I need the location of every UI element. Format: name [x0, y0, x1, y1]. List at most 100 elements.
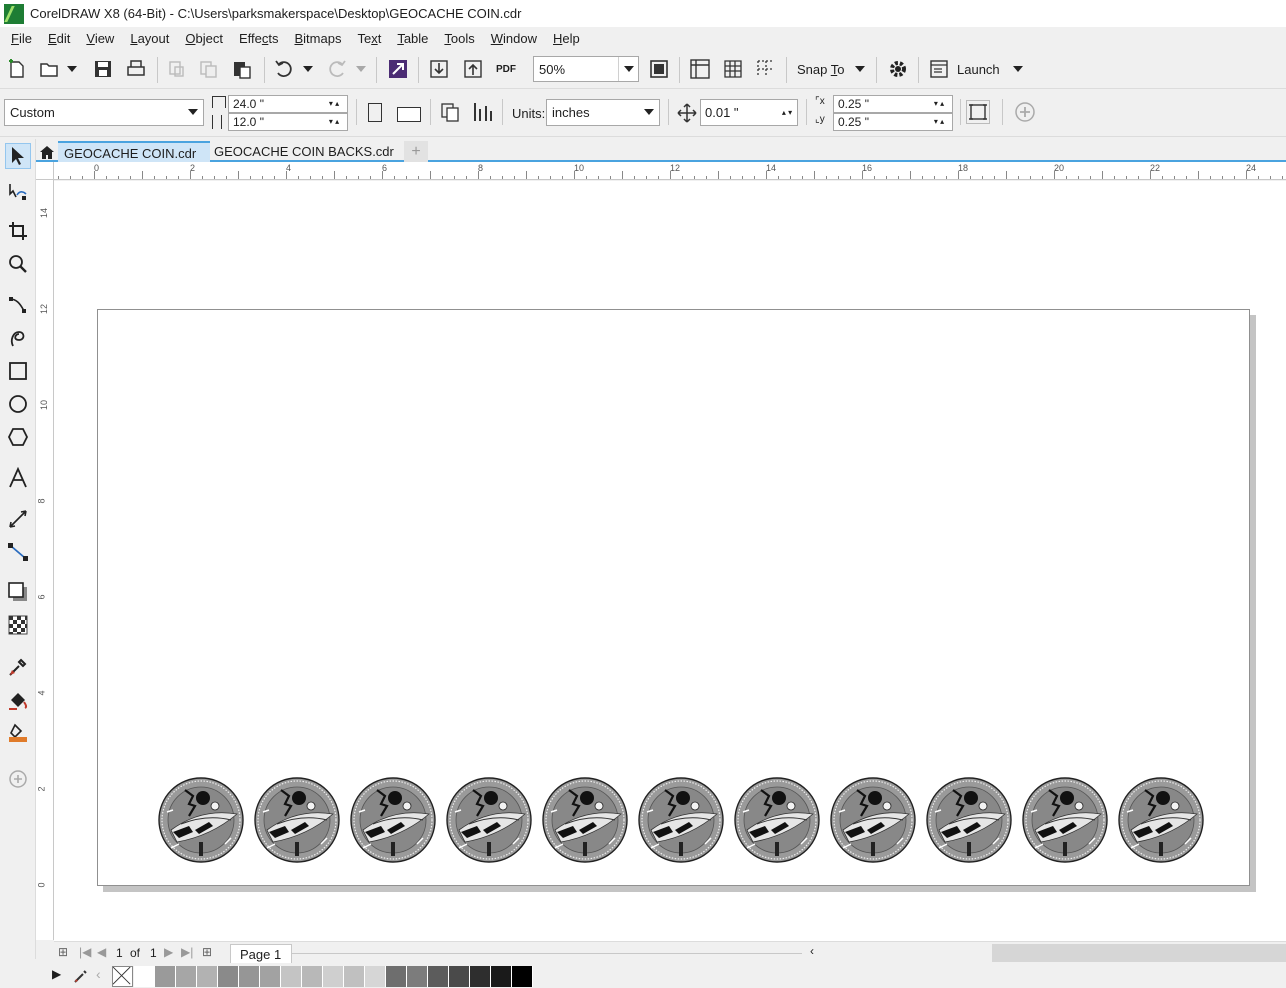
new-tab-plus-icon[interactable]: + — [404, 141, 428, 162]
color-swatch[interactable] — [470, 966, 491, 987]
geocache-coin[interactable] — [446, 777, 532, 863]
color-swatch[interactable] — [365, 966, 386, 987]
connector-tool-icon[interactable] — [5, 539, 31, 565]
search-content-icon[interactable] — [386, 57, 410, 81]
menu-item[interactable]: Effects — [231, 27, 287, 51]
color-swatch[interactable] — [491, 966, 512, 987]
no-fill-swatch[interactable] — [112, 966, 133, 987]
horizontal-ruler[interactable]: 0 2 4 6 8 10 12 14 16 18 20 22 24 — [36, 162, 1286, 180]
last-page-icon[interactable]: ▶| — [181, 945, 193, 959]
interactive-fill-tool-icon[interactable] — [5, 687, 31, 713]
color-swatch[interactable] — [197, 966, 218, 987]
color-swatch[interactable] — [260, 966, 281, 987]
launch-dropdown[interactable] — [1010, 57, 1026, 81]
cut-icon[interactable] — [165, 57, 189, 81]
menu-item[interactable]: File — [3, 27, 40, 51]
color-swatch[interactable] — [281, 966, 302, 987]
color-swatch[interactable] — [302, 966, 323, 987]
menu-item[interactable]: Edit — [40, 27, 78, 51]
menu-item[interactable]: Window — [483, 27, 545, 51]
next-page-icon[interactable]: ▶ — [164, 945, 173, 959]
scroll-left-icon[interactable]: ‹ — [810, 944, 814, 958]
launch-icon[interactable] — [927, 57, 951, 81]
portrait-icon[interactable] — [368, 103, 382, 122]
eyedropper-icon[interactable] — [72, 967, 90, 985]
menu-item[interactable]: Object — [177, 27, 231, 51]
color-swatch[interactable] — [344, 966, 365, 987]
open-recent-dropdown[interactable] — [64, 57, 80, 81]
polygon-tool-icon[interactable] — [5, 424, 31, 450]
menu-item[interactable]: Help — [545, 27, 588, 51]
new-document-icon[interactable] — [5, 57, 29, 81]
palette-scroll-left-icon[interactable]: ‹ — [96, 966, 101, 982]
dimension-tool-icon[interactable] — [5, 506, 31, 532]
transparency-tool-icon[interactable] — [5, 612, 31, 638]
first-page-icon[interactable]: |◀ — [79, 945, 91, 959]
full-screen-preview-icon[interactable] — [647, 57, 671, 81]
horizontal-scrollbar-thumb[interactable] — [992, 944, 1286, 962]
menu-item[interactable]: Bitmaps — [286, 27, 349, 51]
smart-fill-tool-icon[interactable] — [5, 720, 31, 746]
page-width-field[interactable]: 24.0 " ▾ ▴ — [228, 95, 348, 113]
geocache-coin[interactable] — [830, 777, 916, 863]
geocache-coin[interactable] — [158, 777, 244, 863]
print-icon[interactable] — [124, 57, 148, 81]
rectangle-tool-icon[interactable] — [5, 358, 31, 384]
import-icon[interactable] — [427, 57, 451, 81]
page-size-dropdown[interactable]: Custom — [4, 99, 204, 126]
color-swatch[interactable] — [428, 966, 449, 987]
treat-as-filled-icon[interactable] — [966, 100, 990, 124]
redo-icon[interactable] — [325, 57, 349, 81]
color-swatch[interactable] — [155, 966, 176, 987]
ruler-origin[interactable] — [36, 162, 54, 180]
export-icon[interactable] — [461, 57, 485, 81]
ellipse-tool-icon[interactable] — [5, 391, 31, 417]
geocache-coin[interactable] — [638, 777, 724, 863]
spin-buttons[interactable]: ▴ ▾ — [777, 100, 797, 125]
geocache-coin[interactable] — [350, 777, 436, 863]
geocache-coin[interactable] — [926, 777, 1012, 863]
geocache-coin[interactable] — [542, 777, 628, 863]
eyedropper-tool-icon[interactable] — [5, 654, 31, 680]
page-height-field[interactable]: 12.0 " ▾ ▴ — [228, 113, 348, 131]
show-grid-icon[interactable] — [721, 57, 745, 81]
add-tool-icon[interactable] — [5, 766, 31, 792]
drop-shadow-tool-icon[interactable] — [5, 579, 31, 605]
redo-dropdown[interactable] — [353, 57, 369, 81]
snap-to-dropdown[interactable] — [852, 57, 868, 81]
document-page[interactable] — [97, 309, 1250, 886]
spin-buttons[interactable]: ▾ ▴ — [321, 96, 347, 112]
zoom-tool-icon[interactable] — [5, 251, 31, 277]
gear-icon[interactable] — [886, 57, 910, 81]
add-toolbar-item-icon[interactable] — [1013, 100, 1037, 124]
open-icon[interactable] — [38, 57, 62, 81]
color-swatch[interactable] — [512, 966, 533, 987]
drawing-canvas[interactable] — [54, 181, 1286, 941]
page-tab-1[interactable]: Page 1 — [230, 944, 292, 963]
snap-to-button[interactable]: Snap To — [797, 62, 844, 77]
spin-buttons[interactable]: ▾ ▴ — [321, 114, 347, 130]
add-page-before-icon[interactable]: ⊞ — [58, 945, 68, 959]
show-guidelines-icon[interactable] — [754, 57, 778, 81]
menu-item[interactable]: View — [78, 27, 122, 51]
previous-page-icon[interactable]: ◀ — [97, 945, 106, 959]
duplicate-distance-x-field[interactable]: 0.25 " ▾ ▴ — [833, 95, 953, 113]
save-icon[interactable] — [91, 57, 115, 81]
color-swatch[interactable] — [386, 966, 407, 987]
landscape-icon[interactable] — [397, 107, 421, 122]
publish-pdf-icon[interactable]: PDF — [494, 57, 518, 81]
duplicate-distance-y-field[interactable]: 0.25 " ▾ ▴ — [833, 113, 953, 131]
undo-dropdown[interactable] — [300, 57, 316, 81]
palette-expand-icon[interactable]: ▶ — [52, 967, 61, 981]
tab-geocache-coin-backs[interactable]: GEOCACHE COIN BACKS.cdr — [208, 141, 404, 162]
color-swatch[interactable] — [239, 966, 260, 987]
menu-item[interactable]: Layout — [122, 27, 177, 51]
geocache-coin[interactable] — [1118, 777, 1204, 863]
pick-tool-icon[interactable] — [5, 143, 31, 169]
tab-geocache-coin[interactable]: GEOCACHE COIN.cdr — [58, 141, 210, 162]
units-dropdown[interactable]: inches — [546, 99, 660, 126]
all-pages-icon[interactable] — [438, 100, 462, 124]
freehand-tool-icon[interactable] — [5, 292, 31, 318]
artistic-media-tool-icon[interactable] — [5, 325, 31, 351]
text-tool-icon[interactable] — [5, 465, 31, 491]
